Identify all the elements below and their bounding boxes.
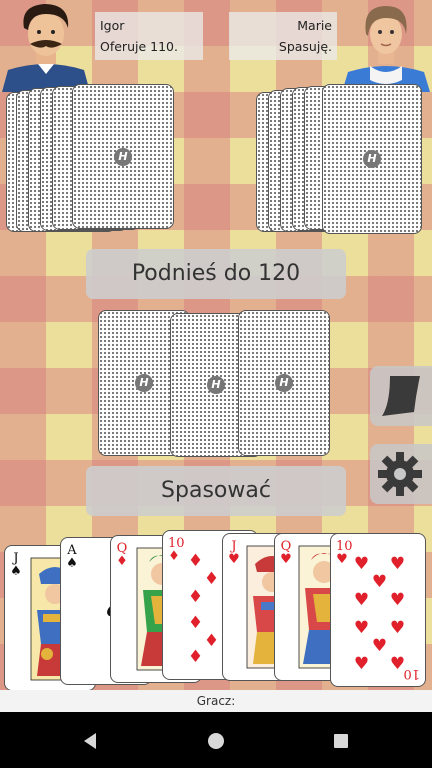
card-back-logo-icon: H — [207, 376, 225, 394]
heart-pip: ♥ — [389, 590, 406, 610]
gear-icon — [378, 452, 422, 496]
pass-button[interactable]: Spasować — [86, 466, 346, 516]
chat-button[interactable] — [370, 366, 432, 426]
diamond-icon: ♦ — [168, 549, 180, 564]
spade-icon: ♠ — [66, 556, 78, 571]
card-back: H — [72, 84, 174, 229]
player-label-bar: Gracz: — [0, 690, 432, 712]
opponent-avatar-right — [342, 6, 430, 92]
diamond-pip: ♦ — [187, 551, 204, 571]
opponent-name-right: Marie — [297, 18, 332, 33]
back-icon[interactable] — [80, 731, 100, 751]
recents-icon[interactable] — [332, 732, 350, 750]
talon-card[interactable]: H — [238, 310, 330, 456]
diamond-pip: ♦ — [187, 587, 204, 607]
chat-bubble-icon — [382, 376, 420, 416]
player-label: Gracz: — [196, 694, 236, 708]
spade-icon: ♠ — [10, 564, 22, 579]
heart-pip: ♥ — [353, 618, 370, 638]
card-corner: 10 — [403, 666, 420, 681]
heart-pip: ♥ — [371, 572, 388, 592]
opponent-info-right: Marie Spasuję. — [229, 12, 337, 60]
hand-card[interactable]: 10 ♥ ♥ ♥ ♥ ♥ ♥ ♥ ♥ ♥ ♥ ♥ 10 — [330, 533, 426, 687]
card-corner: A ♠ — [66, 544, 78, 570]
heart-pip: ♥ — [389, 618, 406, 638]
card-corner: J ♥ — [228, 540, 240, 566]
card-corner: J ♠ — [10, 552, 22, 578]
diamond-icon: ♦ — [116, 554, 128, 569]
home-icon[interactable] — [206, 731, 226, 751]
opponent-status-left: Oferuje 110. — [100, 39, 178, 54]
diamond-pip: ♦ — [203, 569, 220, 589]
card-back-logo-icon: H — [275, 374, 293, 392]
heart-icon: ♥ — [228, 552, 240, 567]
settings-button[interactable] — [370, 444, 432, 504]
heart-pip: ♥ — [353, 654, 370, 674]
diamond-pip: ♦ — [187, 647, 204, 667]
card-corner: Q ♦ — [116, 542, 128, 568]
opponent-status-right: Spasuję. — [278, 39, 332, 54]
opponent-info-left: Igor Oferuje 110. — [95, 12, 203, 60]
heart-pip: ♥ — [371, 636, 388, 656]
card-back: H — [322, 84, 422, 234]
heart-pip: ♥ — [353, 554, 370, 574]
opponent-name-left: Igor — [100, 18, 125, 33]
heart-icon: ♥ — [280, 552, 292, 567]
heart-pip: ♥ — [389, 554, 406, 574]
system-navigation-bar — [0, 712, 432, 768]
opponent-avatar-left — [2, 4, 90, 92]
diamond-pip: ♦ — [203, 631, 220, 651]
card-corner: 10 ♦ — [168, 537, 185, 564]
heart-icon: ♥ — [336, 552, 348, 567]
card-back-logo-icon: H — [135, 374, 153, 392]
diamond-pip: ♦ — [187, 613, 204, 633]
card-back-logo-icon: H — [363, 150, 381, 168]
card-corner: 10 ♥ — [336, 540, 353, 567]
card-rank: 10 — [403, 666, 420, 681]
heart-pip: ♥ — [353, 590, 370, 610]
card-back-logo-icon: H — [114, 147, 132, 166]
raise-bid-button[interactable]: Podnieś do 120 — [86, 249, 346, 299]
card-corner: Q ♥ — [280, 540, 292, 566]
